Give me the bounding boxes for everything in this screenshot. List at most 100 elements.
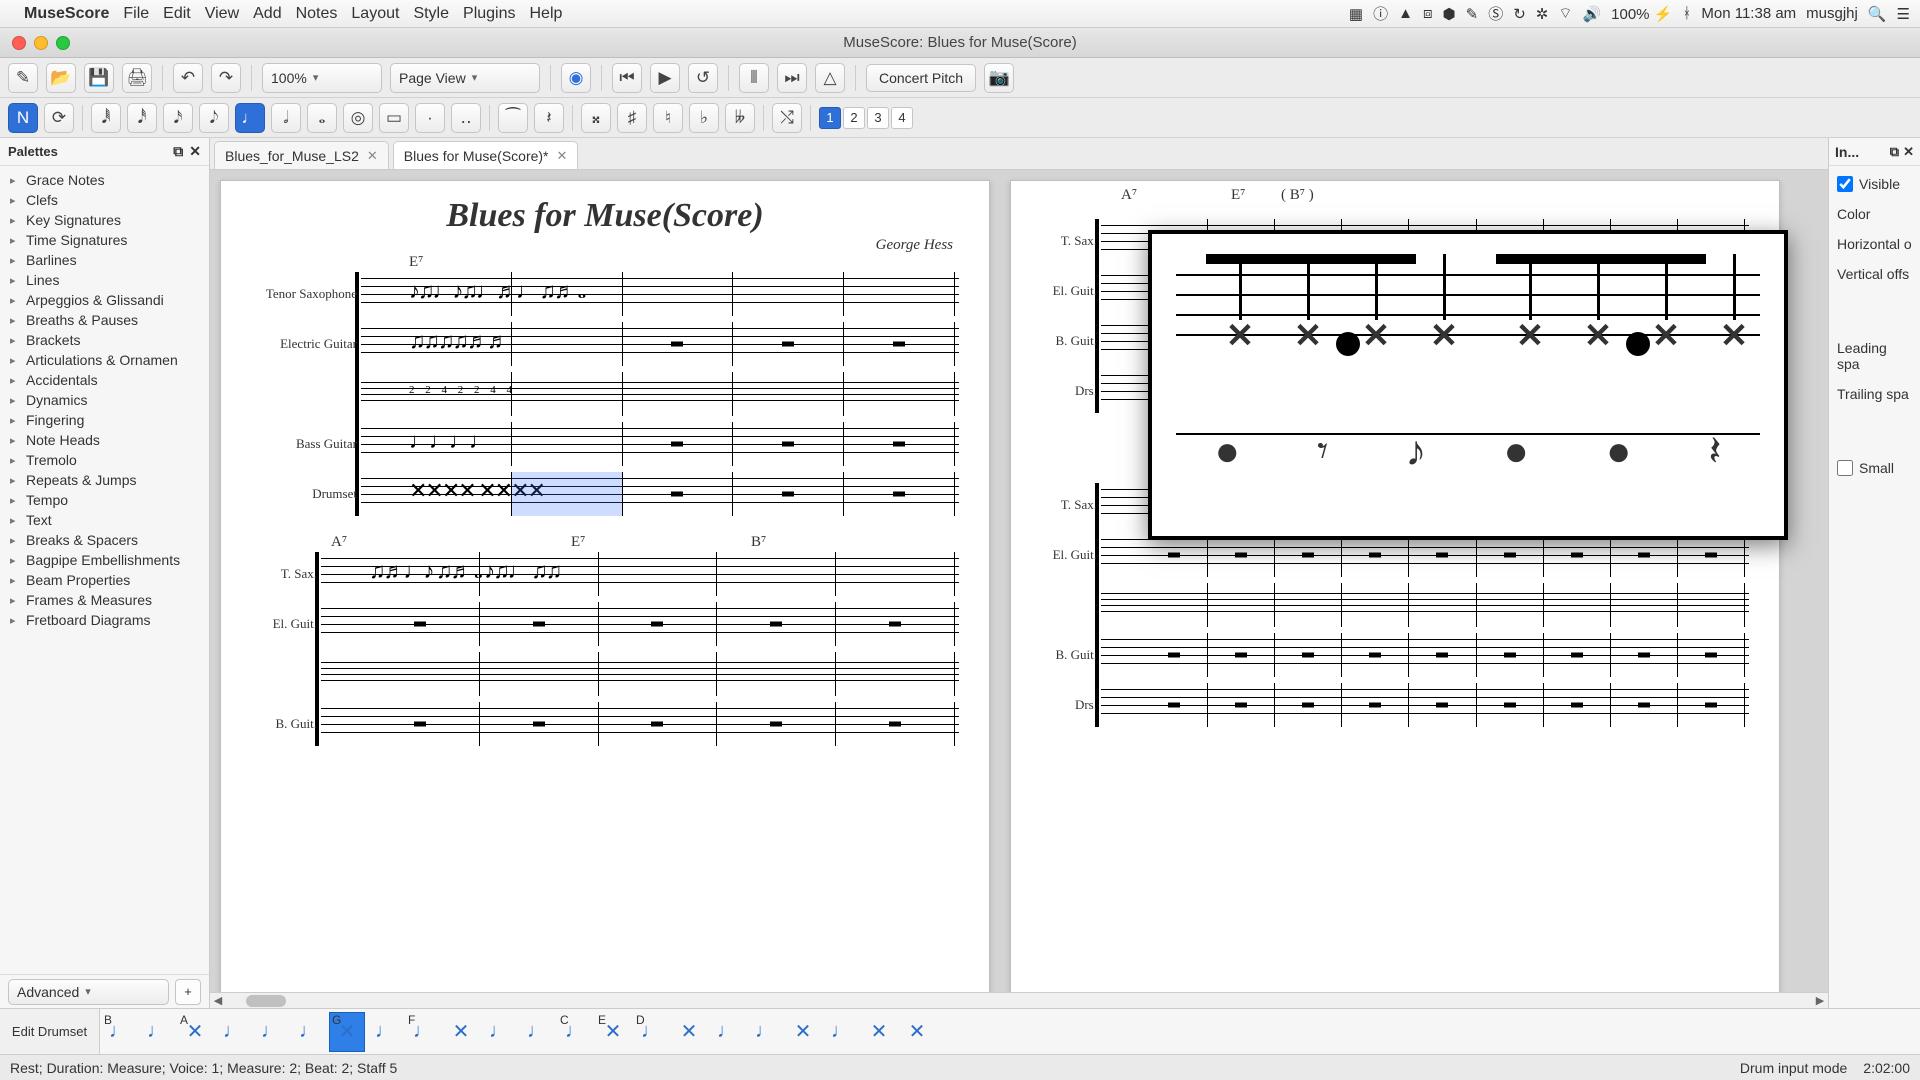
play-button[interactable]: ▶ [650,63,680,93]
zoom-window-button[interactable] [56,36,70,50]
drum-slot[interactable]: B♩ [101,1012,137,1052]
inspector-hoffset-row[interactable]: Horizontal o [1837,236,1912,252]
drum-slot[interactable]: ♩ [823,1012,859,1052]
palette-item[interactable]: Grace Notes [0,170,209,190]
staff-bguit-r2[interactable]: B. Guit. [1101,633,1749,677]
palette-item[interactable]: Fingering [0,410,209,430]
undock-inspector-icon[interactable]: ⧉ [1890,144,1899,160]
concert-pitch-button[interactable]: Concert Pitch [866,64,976,92]
spotlight-icon[interactable]: 🔍 [1868,5,1887,23]
double-flat-button[interactable]: 𝄫 [725,103,755,133]
inspector-visible-row[interactable]: Visible [1837,176,1912,192]
tie-button[interactable]: ⁀ [498,103,528,133]
voice-4-button[interactable]: 4 [891,107,913,129]
duration-quarter[interactable]: ♩ [235,103,265,133]
palette-item[interactable]: Accidentals [0,370,209,390]
double-sharp-button[interactable]: 𝄪 [581,103,611,133]
inspector-small-row[interactable]: Small [1837,460,1912,476]
menu-style[interactable]: Style [413,5,449,23]
close-tab-icon[interactable]: ✕ [367,148,378,164]
palette-item[interactable]: Lines [0,270,209,290]
voice-3-button[interactable]: 3 [867,107,889,129]
palette-item[interactable]: Clefs [0,190,209,210]
drum-slot[interactable]: ♩ [747,1012,783,1052]
drum-slot[interactable]: ✕ [443,1012,479,1052]
score-page-1[interactable]: Blues for Muse(Score) George Hess Tenor … [220,180,990,1000]
drum-slot[interactable]: ♩ [139,1012,175,1052]
app-icon[interactable]: ⬢ [1443,5,1456,23]
voice-1-button[interactable]: 1 [819,107,841,129]
palette-item[interactable]: Articulations & Ornamen [0,350,209,370]
print-button[interactable]: 🖨 [122,63,152,93]
open-button[interactable]: 📂 [46,63,76,93]
menu-view[interactable]: View [205,5,239,23]
image-capture-button[interactable]: 📷 [984,63,1014,93]
rewind-button[interactable]: ⏮ [612,63,642,93]
palette-item[interactable]: Tremolo [0,450,209,470]
duration-longa[interactable]: ▭ [379,103,409,133]
inspector-leading-row[interactable]: Leading spa [1837,340,1912,372]
drum-slot[interactable]: D♩ [633,1012,669,1052]
close-tab-icon[interactable]: ✕ [557,148,568,164]
duration-breve[interactable]: ◎ [343,103,373,133]
staff-elguit-tab-2[interactable] [321,652,959,696]
tab-blues-score[interactable]: Blues for Muse(Score)* ✕ [393,141,579,169]
play-repeats-button[interactable]: ⦀ [739,63,769,93]
sharp-button[interactable]: ♯ [617,103,647,133]
drum-slot[interactable]: ♩ [215,1012,251,1052]
edit-drumset-button[interactable]: Edit Drumset [0,1009,100,1054]
drum-slot[interactable]: ✕ [899,1012,935,1052]
pan-button[interactable]: ⏭ [777,63,807,93]
voice-2-button[interactable]: 2 [843,107,865,129]
sync-icon[interactable]: ✲ [1536,5,1549,23]
app-name[interactable]: MuseScore [24,5,109,23]
drum-slot[interactable]: ♩ [367,1012,403,1052]
drum-slot[interactable]: ✕ [785,1012,821,1052]
undo-button[interactable]: ↶ [173,63,203,93]
wifi-icon[interactable]: ⌔ [1558,4,1572,23]
palette-item[interactable]: Breaks & Spacers [0,530,209,550]
viewmode-select[interactable]: Page View [390,63,540,93]
duration-half[interactable]: 𝅗𝅥 [271,103,301,133]
inspector-trailing-row[interactable]: Trailing spa [1837,386,1912,402]
zoom-select[interactable]: 100% [262,63,382,93]
score-area[interactable]: Blues for Muse(Score) George Hess Tenor … [210,170,1828,1008]
repitch-button[interactable]: ⟳ [44,103,74,133]
drum-slot[interactable]: ♩ [291,1012,327,1052]
drum-slot[interactable]: G✕ [329,1012,365,1052]
duration-whole[interactable]: 𝅝 [307,103,337,133]
palette-item[interactable]: Breaths & Pauses [0,310,209,330]
scroll-right-arrow[interactable]: ▶ [1812,994,1828,1007]
palette-item[interactable]: Bagpipe Embellishments [0,550,209,570]
palette-item[interactable]: Barlines [0,250,209,270]
workspace-select[interactable]: Advanced [8,979,169,1005]
notifications-icon[interactable]: ☰ [1897,5,1910,23]
duration-8th[interactable]: 𝅘𝅥𝅮 [199,103,229,133]
small-checkbox[interactable] [1837,460,1853,476]
midi-button[interactable]: ◉ [561,63,591,93]
add-workspace-button[interactable]: + [175,979,201,1005]
drum-slot[interactable]: E✕ [595,1012,631,1052]
palette-item[interactable]: Repeats & Jumps [0,470,209,490]
natural-button[interactable]: ♮ [653,103,683,133]
minimize-window-button[interactable] [34,36,48,50]
visible-checkbox[interactable] [1837,176,1853,192]
dot-button[interactable]: · [415,103,445,133]
undock-icon[interactable]: ⧉ [173,143,183,160]
new-score-button[interactable]: ✎ [8,63,38,93]
clock[interactable]: Mon 11:38 am [1701,5,1796,22]
save-button[interactable]: 💾 [84,63,114,93]
evernote-icon[interactable]: ✎ [1466,5,1479,23]
drum-slot[interactable]: ♩ [519,1012,555,1052]
inspector-color-row[interactable]: Color [1837,206,1912,222]
palette-item[interactable]: Frames & Measures [0,590,209,610]
staff-bguit-2[interactable]: B. Guit. [321,702,959,746]
palette-item[interactable]: Dynamics [0,390,209,410]
palette-item[interactable]: Arpeggios & Glissandi [0,290,209,310]
menu-file[interactable]: File [123,5,149,23]
staff-elguit-tab-r2[interactable] [1101,583,1749,627]
menu-add[interactable]: Add [253,5,281,23]
drum-slot[interactable]: ✕ [671,1012,707,1052]
duration-16th[interactable]: 𝅘𝅥𝅯 [163,103,193,133]
menu-edit[interactable]: Edit [163,5,191,23]
